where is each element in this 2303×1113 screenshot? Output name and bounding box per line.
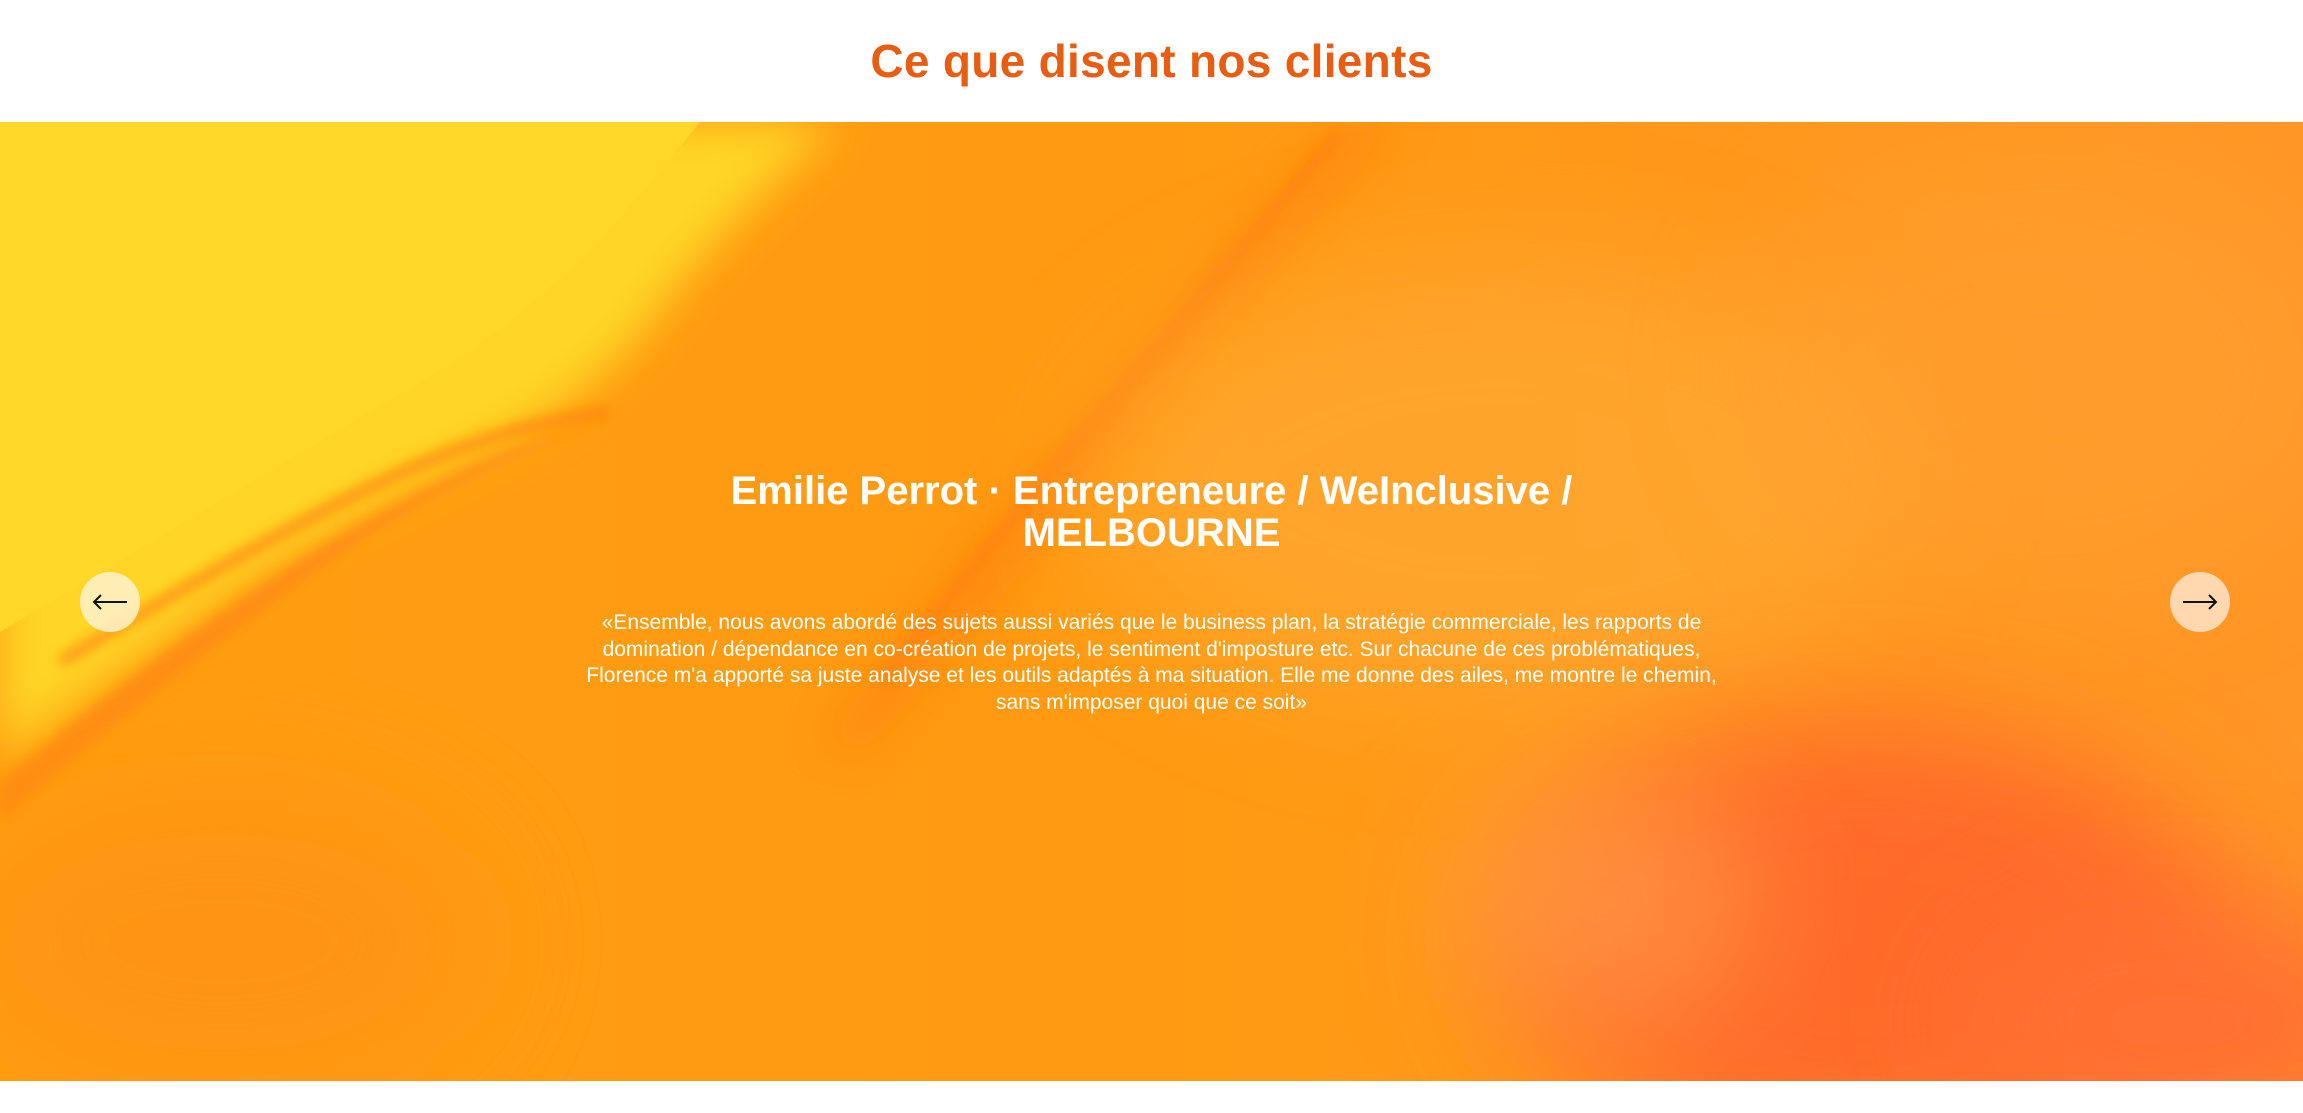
section-title: Ce que disent nos clients [870,35,1433,87]
testimonial-slider: Emilie Perrot · Entrepreneure / WeInclus… [0,122,2303,1081]
testimonial-author: Emilie Perrot · Entrepreneure / WeInclus… [730,469,1573,555]
testimonial-slide: Emilie Perrot · Entrepreneure / WeInclus… [0,122,2303,1081]
testimonial-quote: «Ensemble, nous avons abordé des sujets … [586,611,1717,714]
testimonials-page: Ce que disent nos clients Emilie Perrot … [0,0,2303,1113]
next-slide-button[interactable] [2170,572,2230,632]
arrow-left-icon [92,594,128,610]
previous-slide-button[interactable] [80,572,140,632]
arrow-right-icon [2182,594,2218,610]
